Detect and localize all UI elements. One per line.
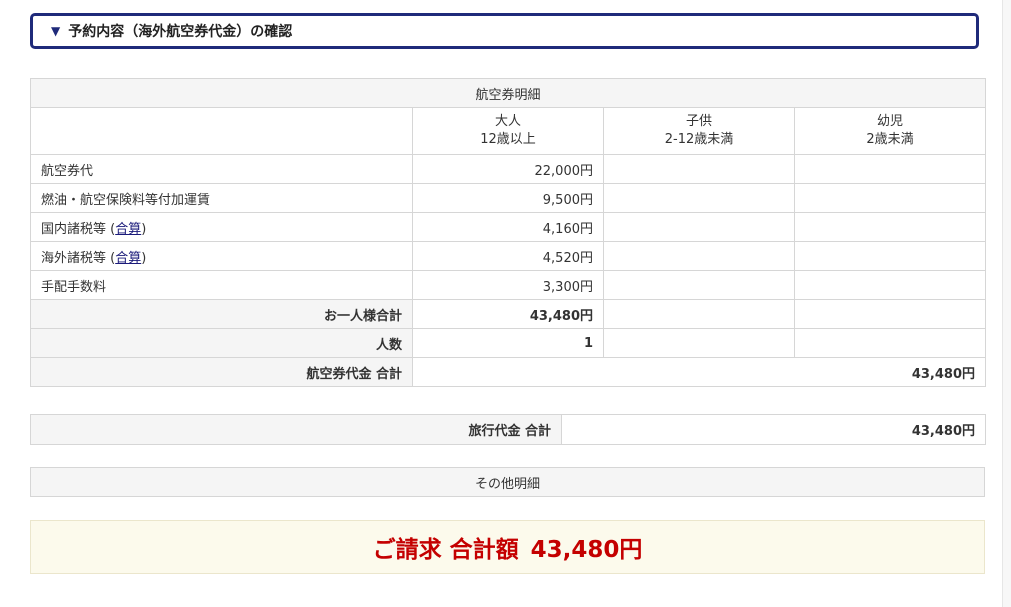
infant-value — [793, 154, 987, 184]
table-row: 海外諸税等 (合算) 4,520円 — [30, 241, 987, 271]
passenger-count-adult: 1 — [412, 328, 604, 358]
table-row: 燃油・航空保険料等付加運賃 9,500円 — [30, 183, 987, 213]
child-value — [603, 154, 795, 184]
col-infant: 幼児 2歳未満 — [793, 107, 987, 155]
travel-total-label: 旅行代金 合計 — [30, 414, 562, 445]
row-label-text: 国内諸税等 ( — [41, 221, 116, 237]
adult-value: 4,160円 — [412, 212, 604, 242]
col-child: 子供 2-12歳未満 — [603, 107, 795, 155]
adult-value: 9,500円 — [412, 183, 604, 213]
travel-total-table: 旅行代金 合計 43,480円 — [30, 414, 986, 445]
section-header[interactable]: ▼ 予約内容（海外航空券代金）の確認 — [30, 13, 979, 49]
col-adult-age: 12歳以上 — [480, 132, 536, 147]
infant-value — [793, 328, 987, 358]
per-person-total-adult: 43,480円 — [412, 299, 604, 329]
row-label: 燃油・航空保険料等付加運賃 — [30, 183, 413, 213]
row-label: 手配手数料 — [30, 270, 413, 300]
page-right-border — [1002, 0, 1011, 607]
child-value — [603, 183, 795, 213]
col-adult: 大人 12歳以上 — [412, 107, 604, 155]
col-infant-title: 幼児 — [877, 114, 904, 129]
per-person-total-row: お一人様合計 43,480円 — [30, 299, 987, 329]
infant-value — [793, 241, 987, 271]
child-value — [603, 241, 795, 271]
row-label-suffix: ) — [141, 250, 147, 266]
travel-total-value: 43,480円 — [561, 414, 986, 445]
adult-value: 3,300円 — [412, 270, 604, 300]
airfare-total-label: 航空券代金 合計 — [30, 357, 413, 387]
infant-value — [793, 212, 987, 242]
row-label: 海外諸税等 (合算) — [30, 241, 413, 271]
child-value — [603, 299, 795, 329]
child-value — [603, 328, 795, 358]
child-value — [603, 212, 795, 242]
table-row: 国内諸税等 (合算) 4,160円 — [30, 212, 987, 242]
triangle-down-icon: ▼ — [51, 24, 61, 38]
child-value — [603, 270, 795, 300]
passenger-count-label: 人数 — [30, 328, 413, 358]
col-infant-age: 2歳未満 — [866, 132, 914, 147]
row-label-suffix: ) — [141, 221, 147, 237]
infant-value — [793, 183, 987, 213]
per-person-total-label: お一人様合計 — [30, 299, 413, 329]
billing-total-box: ご請求 合計額 43,480円 — [30, 520, 985, 574]
infant-value — [793, 270, 987, 300]
row-label-text: 海外諸税等 ( — [41, 250, 116, 266]
airfare-total-value: 43,480円 — [411, 357, 987, 387]
airfare-total-row: 航空券代金 合計 43,480円 — [30, 357, 987, 387]
fare-table: 航空券明細 大人 12歳以上 子供 2-12歳未満 幼児 2歳未満 航空券代 2… — [29, 78, 987, 387]
sum-link[interactable]: 合算 — [115, 222, 141, 237]
fare-table-caption: 航空券明細 — [29, 78, 987, 108]
section-title: 予約内容（海外航空券代金）の確認 — [68, 24, 293, 40]
header-blank — [30, 107, 413, 155]
col-adult-title: 大人 — [494, 114, 521, 129]
table-row: 航空券代 22,000円 — [30, 154, 987, 184]
sum-link[interactable]: 合算 — [115, 251, 141, 266]
infant-value — [793, 299, 987, 329]
passenger-count-row: 人数 1 — [30, 328, 987, 358]
col-child-age: 2-12歳未満 — [664, 132, 734, 147]
col-child-title: 子供 — [685, 114, 712, 129]
other-details-header: その他明細 — [30, 467, 985, 497]
adult-value: 22,000円 — [412, 154, 604, 184]
table-row: 手配手数料 3,300円 — [30, 270, 987, 300]
adult-value: 4,520円 — [412, 241, 604, 271]
billing-total-value: 43,480円 — [530, 537, 643, 563]
billing-total-label: ご請求 合計額 — [372, 537, 519, 563]
row-label: 国内諸税等 (合算) — [30, 212, 413, 242]
row-label: 航空券代 — [30, 154, 413, 184]
